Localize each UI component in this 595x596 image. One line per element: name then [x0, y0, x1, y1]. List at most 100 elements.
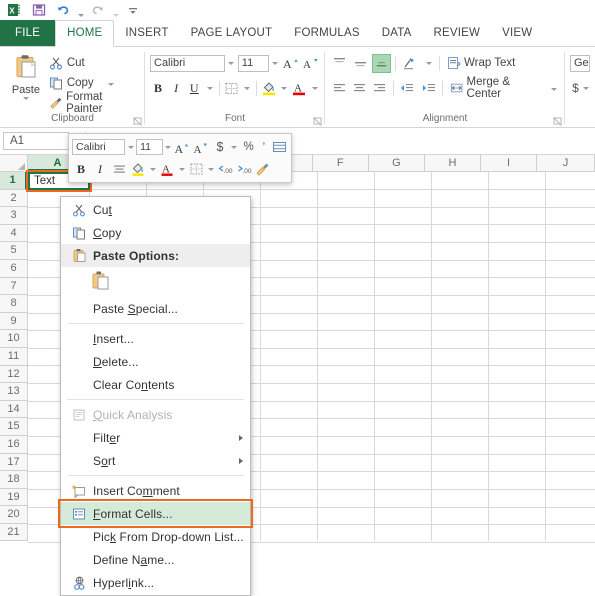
- borders-button[interactable]: [224, 78, 240, 98]
- tab-view[interactable]: VIEW: [491, 21, 543, 46]
- context-menu-item-insert[interactable]: Insert...: [61, 327, 250, 350]
- mini-italic-button[interactable]: I: [91, 160, 109, 178]
- mini-bold-button[interactable]: B: [72, 160, 90, 178]
- shrink-font-button[interactable]: A: [302, 53, 320, 73]
- font-size-dropdown-icon[interactable]: [271, 55, 280, 72]
- grow-font-button[interactable]: A: [282, 53, 300, 73]
- number-format-input[interactable]: General: [570, 54, 590, 72]
- currency-button[interactable]: $: [570, 78, 581, 98]
- undo-icon[interactable]: [52, 1, 74, 19]
- underline-dropdown-icon[interactable]: [204, 78, 214, 98]
- mini-shrink-font-button[interactable]: A: [192, 138, 210, 156]
- mini-format-painter-button[interactable]: [254, 160, 272, 178]
- format-painter-button[interactable]: Format Painter: [47, 91, 140, 115]
- context-menu-item-hyperlink[interactable]: Hyperlink...: [61, 571, 250, 594]
- mini-currency-dropdown-icon[interactable]: [230, 138, 239, 156]
- tab-data[interactable]: DATA: [371, 21, 423, 46]
- column-header-F[interactable]: F: [312, 155, 369, 171]
- decrease-indent-button[interactable]: [398, 78, 417, 98]
- row-header-15[interactable]: 15: [0, 418, 27, 436]
- font-color-button[interactable]: A: [291, 78, 307, 98]
- merge-center-button[interactable]: Merge & Center: [447, 76, 560, 100]
- paste-button[interactable]: Paste: [5, 51, 47, 113]
- context-menu-item-cut[interactable]: Cut: [61, 198, 250, 221]
- align-right-button[interactable]: [371, 79, 389, 98]
- align-left-button[interactable]: [330, 79, 348, 98]
- mini-fill-color-button[interactable]: [129, 160, 147, 178]
- orientation-button[interactable]: [400, 53, 420, 73]
- font-family-input[interactable]: Calibri: [150, 54, 225, 72]
- mini-comma-button[interactable]: ’: [258, 138, 269, 156]
- mini-borders-dropdown-icon[interactable]: [206, 160, 215, 178]
- row-header-10[interactable]: 10: [0, 330, 27, 348]
- italic-button[interactable]: I: [168, 78, 184, 98]
- column-header-I[interactable]: I: [480, 155, 538, 171]
- row-header-14[interactable]: 14: [0, 401, 27, 419]
- align-center-button[interactable]: [350, 79, 368, 98]
- context-menu-item-pick-from-dropdown-list[interactable]: Pick From Drop-down List...: [61, 525, 250, 548]
- paste-values-icon[interactable]: [91, 270, 111, 295]
- tab-review[interactable]: REVIEW: [423, 21, 492, 46]
- column-header-J[interactable]: J: [537, 155, 595, 171]
- mini-increase-decimal-button[interactable]: .00: [216, 160, 234, 178]
- mini-decrease-decimal-button[interactable]: .00: [235, 160, 253, 178]
- row-header-21[interactable]: 21: [0, 524, 27, 542]
- alignment-dialog-launcher-icon[interactable]: [553, 117, 562, 126]
- tab-home[interactable]: HOME: [55, 20, 115, 47]
- column-header-H[interactable]: H: [424, 155, 481, 171]
- mini-percent-button[interactable]: %: [240, 138, 258, 156]
- select-all-button[interactable]: [0, 155, 28, 171]
- mini-font-family-dropdown-icon[interactable]: [126, 138, 135, 156]
- bold-button[interactable]: B: [150, 78, 166, 98]
- tab-page-layout[interactable]: PAGE LAYOUT: [180, 21, 284, 46]
- cut-button[interactable]: Cut: [47, 54, 140, 73]
- mini-align-button[interactable]: [110, 160, 128, 178]
- save-icon[interactable]: [28, 1, 50, 19]
- row-header-19[interactable]: 19: [0, 489, 27, 507]
- customize-quick-access-icon[interactable]: [122, 1, 144, 19]
- font-color-dropdown-icon[interactable]: [310, 78, 320, 98]
- mini-font-size-input[interactable]: 11: [136, 139, 163, 155]
- mini-currency-button[interactable]: $: [211, 138, 229, 156]
- row-header-12[interactable]: 12: [0, 366, 27, 384]
- context-menu-item-format-cells[interactable]: Format Cells...: [58, 499, 253, 528]
- context-menu-item-sort[interactable]: Sort: [61, 449, 250, 472]
- currency-dropdown-icon[interactable]: [583, 78, 590, 98]
- align-top-button[interactable]: [330, 54, 349, 73]
- tab-file[interactable]: FILE: [0, 20, 56, 46]
- mini-font-family-input[interactable]: Calibri: [72, 139, 126, 155]
- mini-font-size-dropdown-icon[interactable]: [164, 138, 173, 156]
- row-header-11[interactable]: 11: [0, 348, 27, 366]
- font-dialog-launcher-icon[interactable]: [313, 117, 322, 126]
- font-family-dropdown-icon[interactable]: [227, 55, 236, 72]
- context-menu-item-filter[interactable]: Filter: [61, 426, 250, 449]
- context-menu-item-copy[interactable]: Copy: [61, 221, 250, 244]
- mini-grow-font-button[interactable]: A: [174, 138, 192, 156]
- row-header-13[interactable]: 13: [0, 383, 27, 401]
- copy-button[interactable]: Copy: [47, 74, 140, 93]
- underline-button[interactable]: U: [186, 78, 202, 98]
- clipboard-dialog-launcher-icon[interactable]: [133, 117, 142, 126]
- row-header-1[interactable]: 1: [0, 172, 27, 190]
- font-size-input[interactable]: 11: [237, 54, 269, 72]
- tab-formulas[interactable]: FORMULAS: [283, 21, 371, 46]
- align-middle-button[interactable]: [351, 54, 370, 73]
- fill-color-dropdown-icon[interactable]: [279, 78, 289, 98]
- fill-color-button[interactable]: [261, 78, 277, 98]
- borders-dropdown-icon[interactable]: [242, 78, 252, 98]
- context-menu-item-define-name[interactable]: Define Name...: [61, 548, 250, 571]
- mini-font-color-dropdown-icon[interactable]: [177, 160, 186, 178]
- row-header-20[interactable]: 20: [0, 506, 27, 524]
- row-header-9[interactable]: 9: [0, 313, 27, 331]
- row-header-17[interactable]: 17: [0, 454, 27, 472]
- column-header-G[interactable]: G: [368, 155, 425, 171]
- context-menu-item-clear-contents[interactable]: Clear Contents: [61, 373, 250, 396]
- row-header-8[interactable]: 8: [0, 295, 27, 313]
- row-header-6[interactable]: 6: [0, 260, 27, 278]
- wrap-text-button[interactable]: Wrap Text: [444, 53, 518, 73]
- context-menu-item-delete[interactable]: Delete...: [61, 350, 250, 373]
- tab-insert[interactable]: INSERT: [114, 21, 179, 46]
- undo-dropdown-icon[interactable]: [76, 0, 85, 21]
- row-header-2[interactable]: 2: [0, 190, 27, 208]
- name-box[interactable]: A1: [3, 132, 69, 150]
